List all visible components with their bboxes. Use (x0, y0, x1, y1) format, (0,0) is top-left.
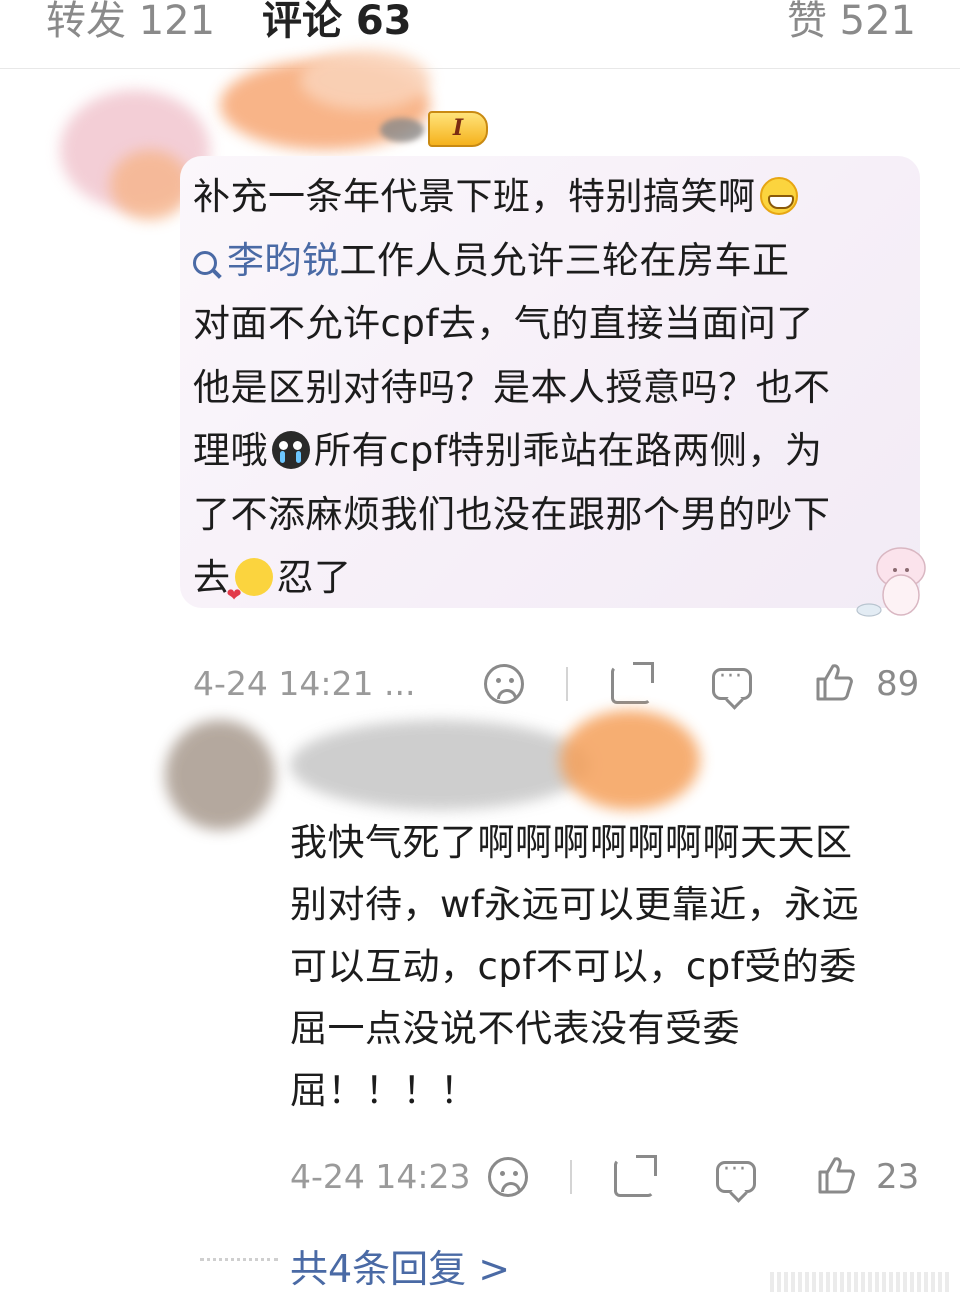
comment-icon[interactable] (716, 1157, 756, 1193)
redacted-avatar (110, 150, 190, 220)
watermark (770, 1272, 950, 1292)
redacted-username (560, 710, 700, 810)
dislike-face-icon[interactable] (484, 664, 524, 704)
divider (566, 667, 568, 701)
tab-like[interactable]: 赞 521 (787, 0, 916, 46)
comment-2-text: 我快气死了啊啊啊啊啊啊啊天天区 别对待，wf永远可以更靠近，永远 可以互动，cp… (290, 812, 930, 1122)
redacted-username (300, 50, 430, 110)
tab-bar: 转发 121 评论 63 赞 521 (0, 0, 960, 69)
comment-2-line: 可以互动，cpf不可以，cpf受的委 (290, 945, 857, 988)
comment-1-line: 工作人员允许三轮在房车正 (339, 238, 790, 282)
thumb-up-icon[interactable] (816, 1155, 856, 1195)
share-icon[interactable] (611, 662, 654, 704)
topic-link-label: 李昀锐 (227, 238, 340, 282)
search-icon (193, 250, 217, 275)
comment-1-time: 4-24 14:21 ... (193, 664, 416, 703)
fan-level-badge: I (428, 111, 488, 147)
comment-2-time: 4-24 14:23 (290, 1157, 471, 1196)
dislike-face-icon[interactable] (488, 1157, 528, 1197)
thumb-up-icon[interactable] (814, 662, 854, 702)
comment-1-line: 对面不允许cpf去，气的直接当面问了 (193, 302, 814, 345)
sob-emoji-icon (272, 431, 310, 469)
comment-1-line: 了不添麻烦我们也没在跟那个男的吵下 (193, 492, 831, 536)
comment-1-like-count: 89 (876, 664, 920, 704)
comment-1-line: 去 (193, 556, 231, 599)
comment-1-line: 忍了 (276, 556, 352, 599)
comment-1-text: 补充一条年代景下班，特别搞笑啊 李昀锐工作人员允许三轮在房车正 对面不允许cpf… (193, 165, 913, 628)
redacted-avatar (165, 720, 275, 830)
share-icon[interactable] (614, 1155, 657, 1197)
comment-2-line: 我快气死了啊啊啊啊啊啊啊天天区 (290, 821, 853, 864)
view-replies-link[interactable]: 共4条回复 > (290, 1238, 510, 1293)
grin-emoji-icon (759, 177, 798, 215)
comment-1-line: 所有cpf特别乖站在路两侧，为 (314, 429, 823, 472)
replies-divider (200, 1258, 278, 1261)
comment-1-line: 他是区别对待吗？是本人授意吗？也不 (193, 365, 831, 409)
divider (570, 1160, 572, 1194)
comment-1-line: 补充一条年代景下班，特别搞笑啊 (193, 175, 756, 218)
comment-2-line: 别对待，wf永远可以更靠近，永远 (290, 883, 860, 926)
comment-icon[interactable] (712, 664, 752, 700)
comment-1-line: 理哦 (193, 429, 268, 472)
bubble-sticker-icon (856, 547, 926, 617)
redacted-username (380, 118, 424, 142)
redacted-username (290, 720, 590, 810)
kiss-emoji-icon (227, 558, 273, 628)
topic-link[interactable]: 李昀锐 (193, 239, 340, 282)
comment-2-line: 屈！！！！ (290, 1069, 478, 1112)
comment-2-line: 屈一点没说不代表没有受委 (290, 1007, 740, 1050)
tab-comment[interactable]: 评论 63 (262, 0, 412, 46)
tab-repost[interactable]: 转发 121 (46, 0, 215, 46)
comment-2-like-count: 23 (876, 1157, 920, 1197)
